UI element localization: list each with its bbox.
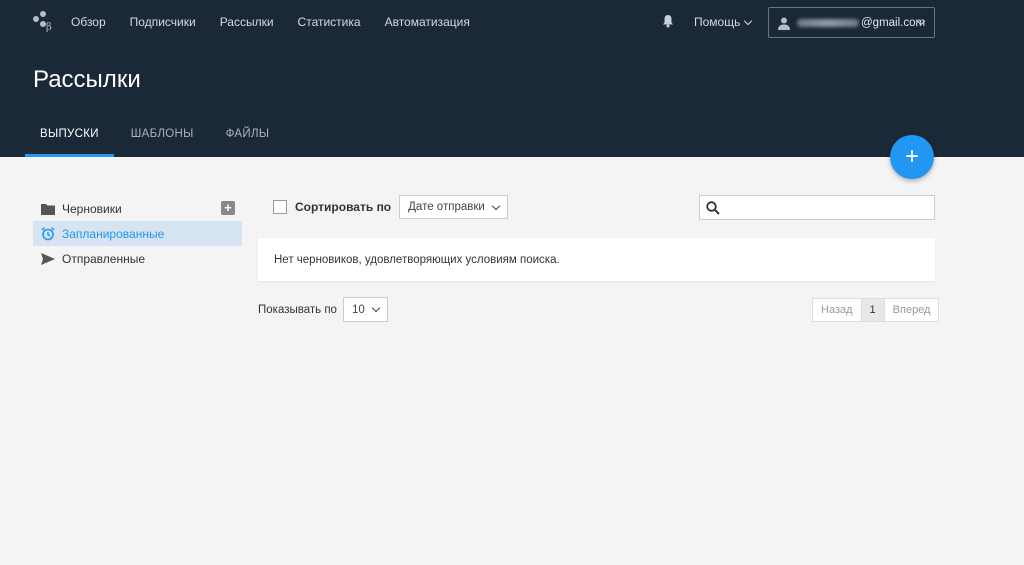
tab-bar: ВЫПУСКИ ШАБЛОНЫ ФАЙЛЫ: [25, 119, 286, 157]
search-box: [699, 195, 935, 220]
page-title: Рассылки: [33, 66, 141, 93]
per-page-value: 10: [351, 303, 365, 316]
top-navigation: β Обзор Подписчики Рассылки Статистика А…: [0, 0, 1024, 44]
nav-link-statistics[interactable]: Статистика: [298, 15, 361, 29]
select-all-checkbox[interactable]: [273, 200, 287, 214]
pagination: Назад 1 Вперед: [812, 298, 940, 322]
nav-link-campaigns[interactable]: Рассылки: [220, 15, 274, 29]
next-page-button[interactable]: Вперед: [884, 299, 939, 321]
account-email: @gmail.com: [861, 16, 926, 29]
sort-value: Дате отправки: [408, 201, 485, 213]
per-page-control: Показывать по 10: [258, 297, 388, 322]
app-header: β Обзор Подписчики Рассылки Статистика А…: [0, 0, 1024, 157]
tab-templates[interactable]: ШАБЛОНЫ: [116, 119, 209, 157]
page-number-button[interactable]: 1: [860, 299, 885, 321]
chevron-down-icon: [371, 303, 380, 313]
add-draft-button[interactable]: +: [221, 201, 235, 215]
email-redacted: [797, 18, 859, 27]
chevron-down-icon: [744, 16, 753, 25]
search-input[interactable]: [720, 196, 934, 219]
empty-state-message: Нет черновиков, удовлетворяющих условиям…: [258, 238, 935, 281]
sidebar: Черновики + Запланированные Отправленные: [33, 196, 242, 271]
sidebar-item-label: Отправленные: [62, 251, 146, 266]
per-page-label: Показывать по: [258, 303, 337, 316]
chevron-down-icon: [491, 201, 501, 210]
nav-link-overview[interactable]: Обзор: [71, 15, 106, 29]
tab-issues[interactable]: ВЫПУСКИ: [25, 119, 114, 157]
sort-bar: Сортировать по Дате отправки: [273, 195, 508, 219]
nav-link-subscribers[interactable]: Подписчики: [130, 15, 196, 29]
sidebar-item-label: Запланированные: [62, 226, 165, 241]
tab-files[interactable]: ФАЙЛЫ: [211, 119, 285, 157]
send-icon: [41, 252, 55, 266]
sidebar-item-label: Черновики: [62, 201, 122, 216]
sort-select[interactable]: Дате отправки: [399, 195, 508, 219]
alarm-clock-icon: [41, 226, 55, 241]
account-menu[interactable]: @gmail.com: [768, 7, 935, 38]
sidebar-item-scheduled[interactable]: Запланированные: [33, 221, 242, 246]
help-label: Помощь: [694, 15, 741, 29]
bell-icon[interactable]: [662, 14, 674, 28]
sidebar-item-sent[interactable]: Отправленные: [33, 246, 242, 271]
nav-links: Обзор Подписчики Рассылки Статистика Авт…: [71, 15, 494, 29]
logo-icon[interactable]: β: [33, 10, 53, 34]
add-campaign-button[interactable]: +: [890, 135, 934, 179]
search-icon: [706, 200, 720, 215]
prev-page-button[interactable]: Назад: [813, 299, 861, 321]
sort-label: Сортировать по: [295, 200, 392, 214]
per-page-select[interactable]: 10: [342, 297, 388, 322]
folder-icon: [41, 202, 55, 216]
help-menu[interactable]: Помощь: [694, 15, 753, 29]
user-avatar-icon: [778, 17, 790, 30]
sidebar-item-drafts[interactable]: Черновики +: [33, 196, 242, 221]
nav-link-automation[interactable]: Автоматизация: [385, 15, 470, 29]
